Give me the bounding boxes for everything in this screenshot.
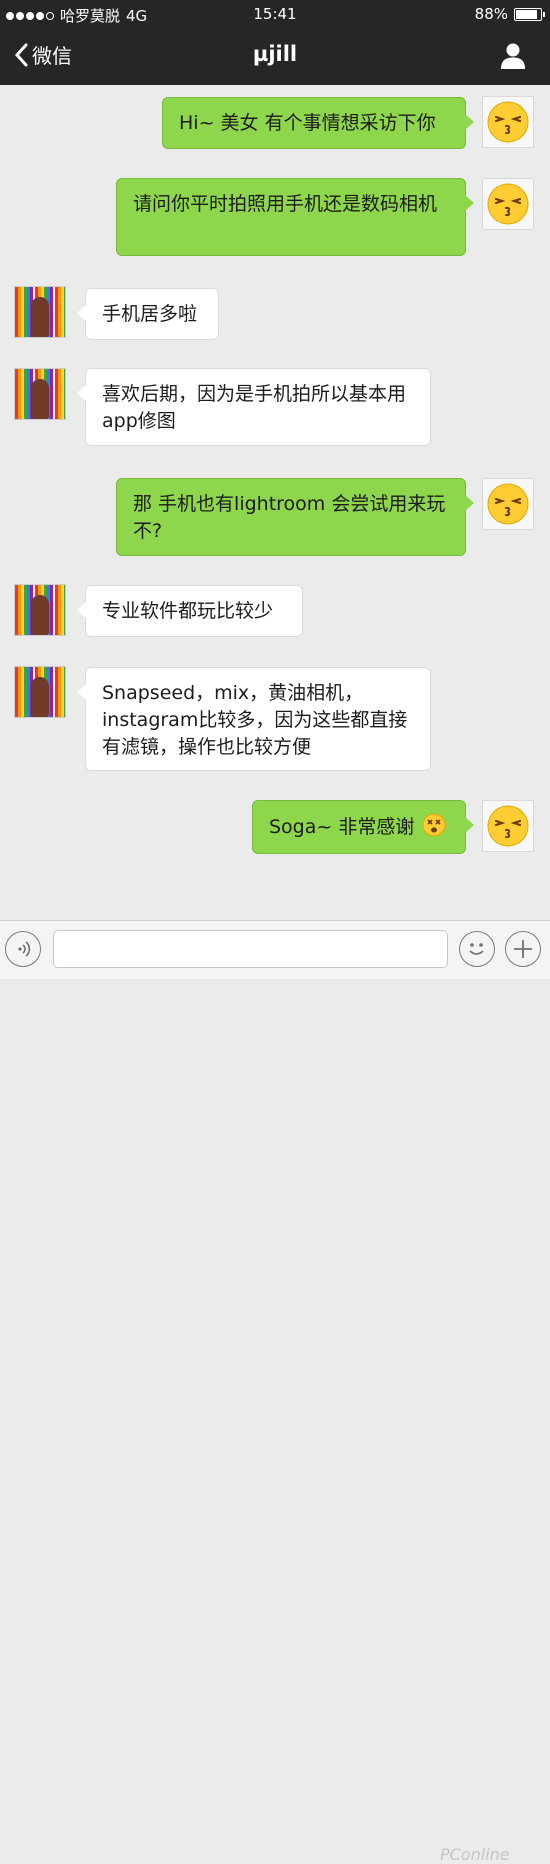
- status-time: 15:41: [253, 5, 297, 23]
- message-bubble[interactable]: Soga~ 非常感谢: [252, 800, 474, 854]
- sound-wave-icon: [18, 941, 31, 957]
- contact-avatar[interactable]: [14, 368, 66, 420]
- chat-title: µjill: [252, 42, 298, 66]
- plus-icon: [514, 940, 532, 958]
- message-bubble[interactable]: Snapseed，mix，黄油相机，instagram比较多，因为这些都直接有滤…: [77, 667, 431, 771]
- battery-percent: 88%: [474, 5, 508, 23]
- message-bubble[interactable]: 手机居多啦: [77, 288, 219, 340]
- contact-avatar[interactable]: [14, 286, 66, 338]
- kissing-face-icon: [487, 101, 529, 143]
- kissing-face-icon: [487, 183, 529, 225]
- voice-input-button[interactable]: [5, 931, 41, 967]
- input-bar: PConline: [0, 920, 550, 1864]
- avatar[interactable]: [482, 96, 534, 148]
- emoji-button[interactable]: [459, 931, 495, 967]
- profile-icon[interactable]: [500, 42, 526, 70]
- avatar[interactable]: [482, 478, 534, 530]
- message-input[interactable]: [53, 930, 448, 968]
- kissing-face-icon: [487, 805, 529, 847]
- battery-icon: [514, 7, 545, 21]
- watermark: PConline: [440, 1845, 510, 1864]
- avatar[interactable]: [482, 800, 534, 852]
- smiley-icon: [469, 943, 484, 955]
- dizzy-face-icon: [422, 813, 446, 837]
- message-text: Soga~ 非常感谢: [269, 816, 415, 838]
- status-bar: 哈罗莫脱 4G 15:41 88%: [0, 0, 550, 28]
- avatar[interactable]: [482, 178, 534, 230]
- contact-avatar[interactable]: [14, 584, 66, 636]
- message-bubble[interactable]: 专业软件都玩比较少: [77, 585, 303, 637]
- message-bubble[interactable]: 那 手机也有lightroom 会尝试用来玩不?: [116, 478, 474, 556]
- kissing-face-icon: [487, 483, 529, 525]
- more-button[interactable]: [505, 931, 541, 967]
- message-bubble[interactable]: Hi~ 美女 有个事情想采访下你: [162, 97, 474, 149]
- message-bubble[interactable]: 请问你平时拍照用手机还是数码相机: [116, 178, 474, 256]
- contact-avatar[interactable]: [14, 666, 66, 718]
- chat-header: 微信 µjill: [0, 28, 550, 85]
- message-bubble[interactable]: 喜欢后期，因为是手机拍所以基本用app修图: [77, 368, 431, 446]
